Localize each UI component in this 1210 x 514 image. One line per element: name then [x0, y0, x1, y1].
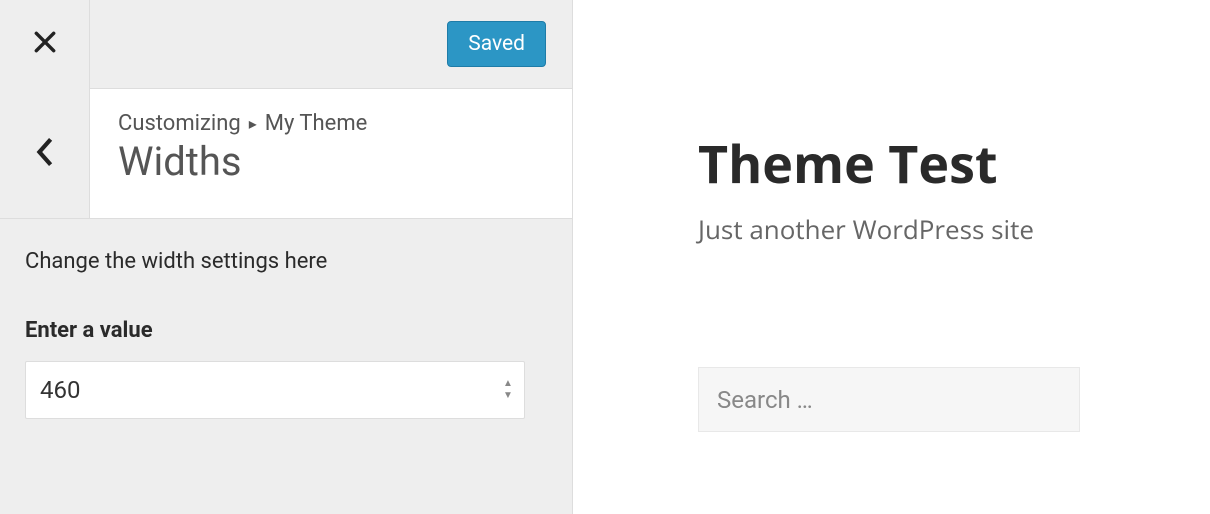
close-customizer-button[interactable]: [0, 0, 90, 89]
close-icon: [32, 29, 58, 59]
spinner-up-button[interactable]: ▲: [501, 379, 515, 389]
width-field-label: Enter a value: [25, 318, 547, 343]
width-input[interactable]: [25, 361, 525, 419]
number-spinner: ▲ ▼: [501, 379, 515, 401]
section-header: Customizing ▸ My Theme Widths: [0, 89, 572, 219]
breadcrumb-parent: My Theme: [265, 111, 368, 136]
spinner-down-button[interactable]: ▼: [501, 391, 515, 401]
site-title[interactable]: Theme Test: [698, 128, 1210, 199]
chevron-left-icon: [36, 138, 54, 170]
saved-button[interactable]: Saved: [447, 21, 546, 67]
breadcrumb-prefix: Customizing: [118, 111, 241, 136]
customizer-sidebar: Saved Customizing ▸ My Theme Widths Chan…: [0, 0, 573, 514]
site-preview: Theme Test Just another WordPress site: [573, 0, 1210, 514]
customizer-topbar: Saved: [0, 0, 572, 89]
chevron-right-icon: ▸: [249, 114, 257, 133]
save-status-wrap: Saved: [90, 21, 572, 67]
chevron-up-icon: ▲: [503, 379, 513, 389]
back-button[interactable]: [0, 89, 90, 218]
chevron-down-icon: ▼: [503, 391, 513, 401]
breadcrumb: Customizing ▸ My Theme Widths: [90, 89, 572, 218]
breadcrumb-path: Customizing ▸ My Theme: [118, 111, 544, 136]
section-body: Change the width settings here Enter a v…: [0, 219, 572, 449]
section-title: Widths: [118, 138, 544, 186]
width-input-wrap: ▲ ▼: [25, 361, 525, 419]
site-tagline: Just another WordPress site: [698, 211, 1210, 247]
search-input[interactable]: [698, 367, 1080, 432]
section-description: Change the width settings here: [25, 249, 547, 274]
